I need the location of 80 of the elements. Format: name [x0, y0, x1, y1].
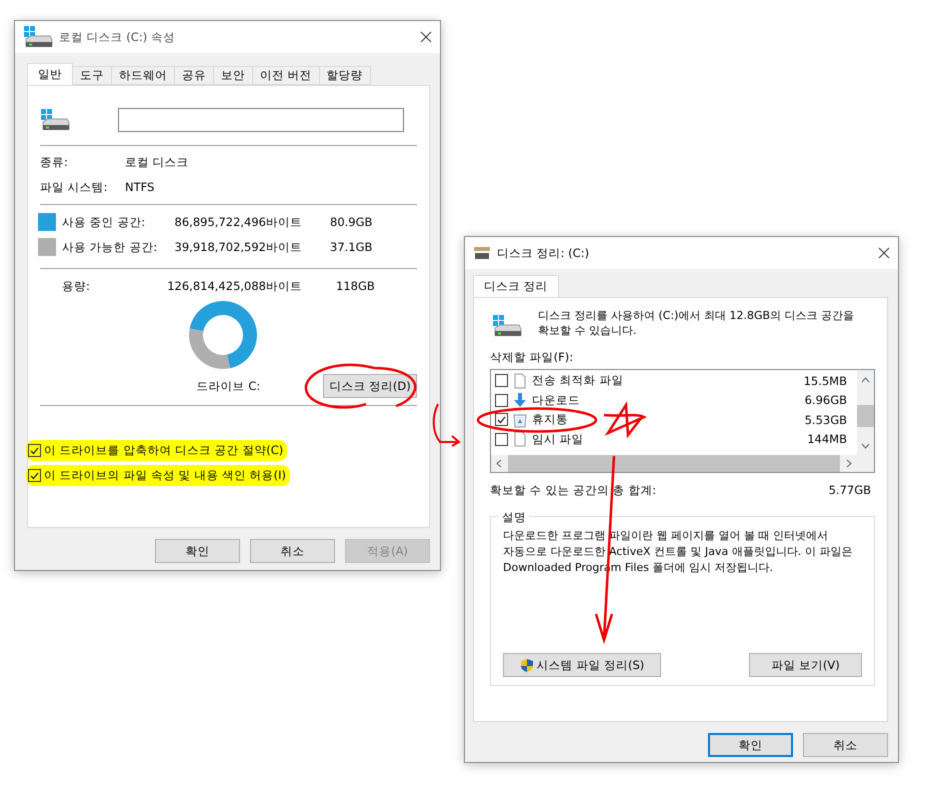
dialog-button[interactable]: 확인: [155, 539, 240, 563]
checkbox[interactable]: [28, 444, 41, 457]
checkbox[interactable]: [495, 394, 508, 407]
drive-icon: [23, 25, 53, 49]
dialog-button[interactable]: 확인: [708, 733, 793, 757]
space-label: 사용 중인 공간:: [62, 214, 146, 230]
dialog-button[interactable]: 취소: [803, 733, 888, 757]
check-mark-icon: [497, 416, 506, 424]
space-label: 사용 가능한 공간:: [62, 240, 158, 254]
file-list[interactable]: 전송 최적화 파일 15.5MB 다운로드 6.96GB 휴지통 5.53GB 임시 파일 144MB: [490, 369, 875, 473]
cleanup-icon: [473, 246, 491, 260]
view-files-button[interactable]: 파일 보기(V): [749, 653, 862, 677]
checkbox[interactable]: [28, 469, 41, 482]
close-icon[interactable]: [878, 247, 890, 259]
capacity-bytes: 126,814,425,088바이트: [166, 279, 302, 294]
checkbox[interactable]: [495, 374, 508, 388]
capacity-label: 용량:: [62, 279, 91, 294]
tab[interactable]: 하드웨어: [111, 66, 175, 85]
tab[interactable]: 도구: [72, 66, 112, 85]
system-cleanup-button[interactable]: 시스템 파일 정리(S): [503, 653, 661, 677]
info-label: 종류:: [40, 155, 69, 170]
close-icon[interactable]: [420, 31, 432, 43]
horizontal-scrollbar[interactable]: [491, 455, 857, 472]
tab[interactable]: 할당량: [318, 66, 371, 85]
file-row[interactable]: 휴지통 5.53GB: [495, 410, 857, 430]
tab[interactable]: 이전 버전: [252, 66, 320, 85]
tab[interactable]: 일반: [27, 63, 73, 85]
info-value: NTFS: [125, 180, 156, 195]
chevron-up-icon[interactable]: [861, 376, 870, 385]
checkbox-option[interactable]: 이 드라이브를 압축하여 디스크 공간 절약(C): [26, 440, 288, 461]
group-title: 설명: [499, 510, 529, 525]
file-size: 5.53GB: [804, 412, 847, 427]
document-icon: [512, 431, 528, 448]
trash-bin-icon: [512, 412, 528, 428]
annotation-arrow: [432, 403, 460, 447]
total-label: 확보할 수 있는 공간의 총 합계:: [490, 483, 656, 498]
file-name: 휴지통: [532, 412, 568, 428]
down-arrow-icon: [512, 392, 528, 408]
tab[interactable]: 보안: [213, 66, 253, 85]
space-bytes: 86,895,722,496바이트: [174, 214, 302, 230]
disk-cleanup-button[interactable]: 디스크 정리(D): [323, 374, 417, 398]
chevron-left-icon[interactable]: [495, 459, 504, 468]
space-size: 37.1GB: [330, 240, 374, 254]
files-label: 삭제할 파일(F):: [490, 349, 574, 366]
capacity-size: 118GB: [336, 279, 376, 294]
chevron-right-icon[interactable]: [844, 459, 853, 468]
check-mark-icon: [30, 472, 39, 480]
drive-icon: [40, 108, 70, 132]
chevron-down-icon[interactable]: [861, 441, 870, 450]
dialog-button[interactable]: 취소: [250, 539, 335, 563]
vertical-scrollbar[interactable]: [857, 370, 874, 455]
file-name: 다운로드: [532, 392, 580, 408]
star-scribble: [604, 404, 646, 436]
drive-label: 드라이브 C:: [196, 378, 260, 394]
window-title: 로컬 디스크 (C:) 속성: [59, 30, 176, 44]
file-size: 6.96GB: [804, 393, 847, 408]
info-label: 파일 시스템:: [40, 180, 109, 195]
intro-text: 디스크 정리를 사용하여 (C:)에서 최대 12.8GB의 디스크 공간을 확보할 수 있습니다.: [538, 308, 856, 339]
info-value: 로컬 디스크: [125, 155, 190, 170]
file-name: 전송 최적화 파일: [532, 373, 624, 388]
checkbox-option[interactable]: 이 드라이브의 파일 속성 및 내용 색인 허용(I): [26, 465, 290, 486]
space-size: 80.9GB: [330, 215, 374, 229]
checkbox[interactable]: [495, 432, 508, 446]
shield-icon: [520, 658, 534, 672]
check-mark-icon: [30, 446, 39, 454]
file-size: 144MB: [807, 432, 847, 446]
file-row[interactable]: 전송 최적화 파일 15.5MB: [495, 371, 857, 390]
file-row[interactable]: 임시 파일 144MB: [495, 430, 857, 449]
checkbox[interactable]: [495, 413, 508, 426]
tab[interactable]: 디스크 정리: [473, 275, 559, 297]
space-bytes: 39,918,702,592바이트: [174, 240, 302, 254]
tab[interactable]: 공유: [174, 66, 214, 85]
drive-icon: [492, 314, 522, 338]
total-value: 5.77GB: [828, 483, 871, 498]
file-name: 임시 파일: [532, 432, 584, 447]
document-icon: [512, 372, 528, 389]
window-title: 디스크 정리: (C:): [497, 246, 590, 260]
file-size: 15.5MB: [804, 374, 847, 388]
name-field[interactable]: [118, 108, 404, 132]
file-row[interactable]: 다운로드 6.96GB: [495, 390, 857, 410]
